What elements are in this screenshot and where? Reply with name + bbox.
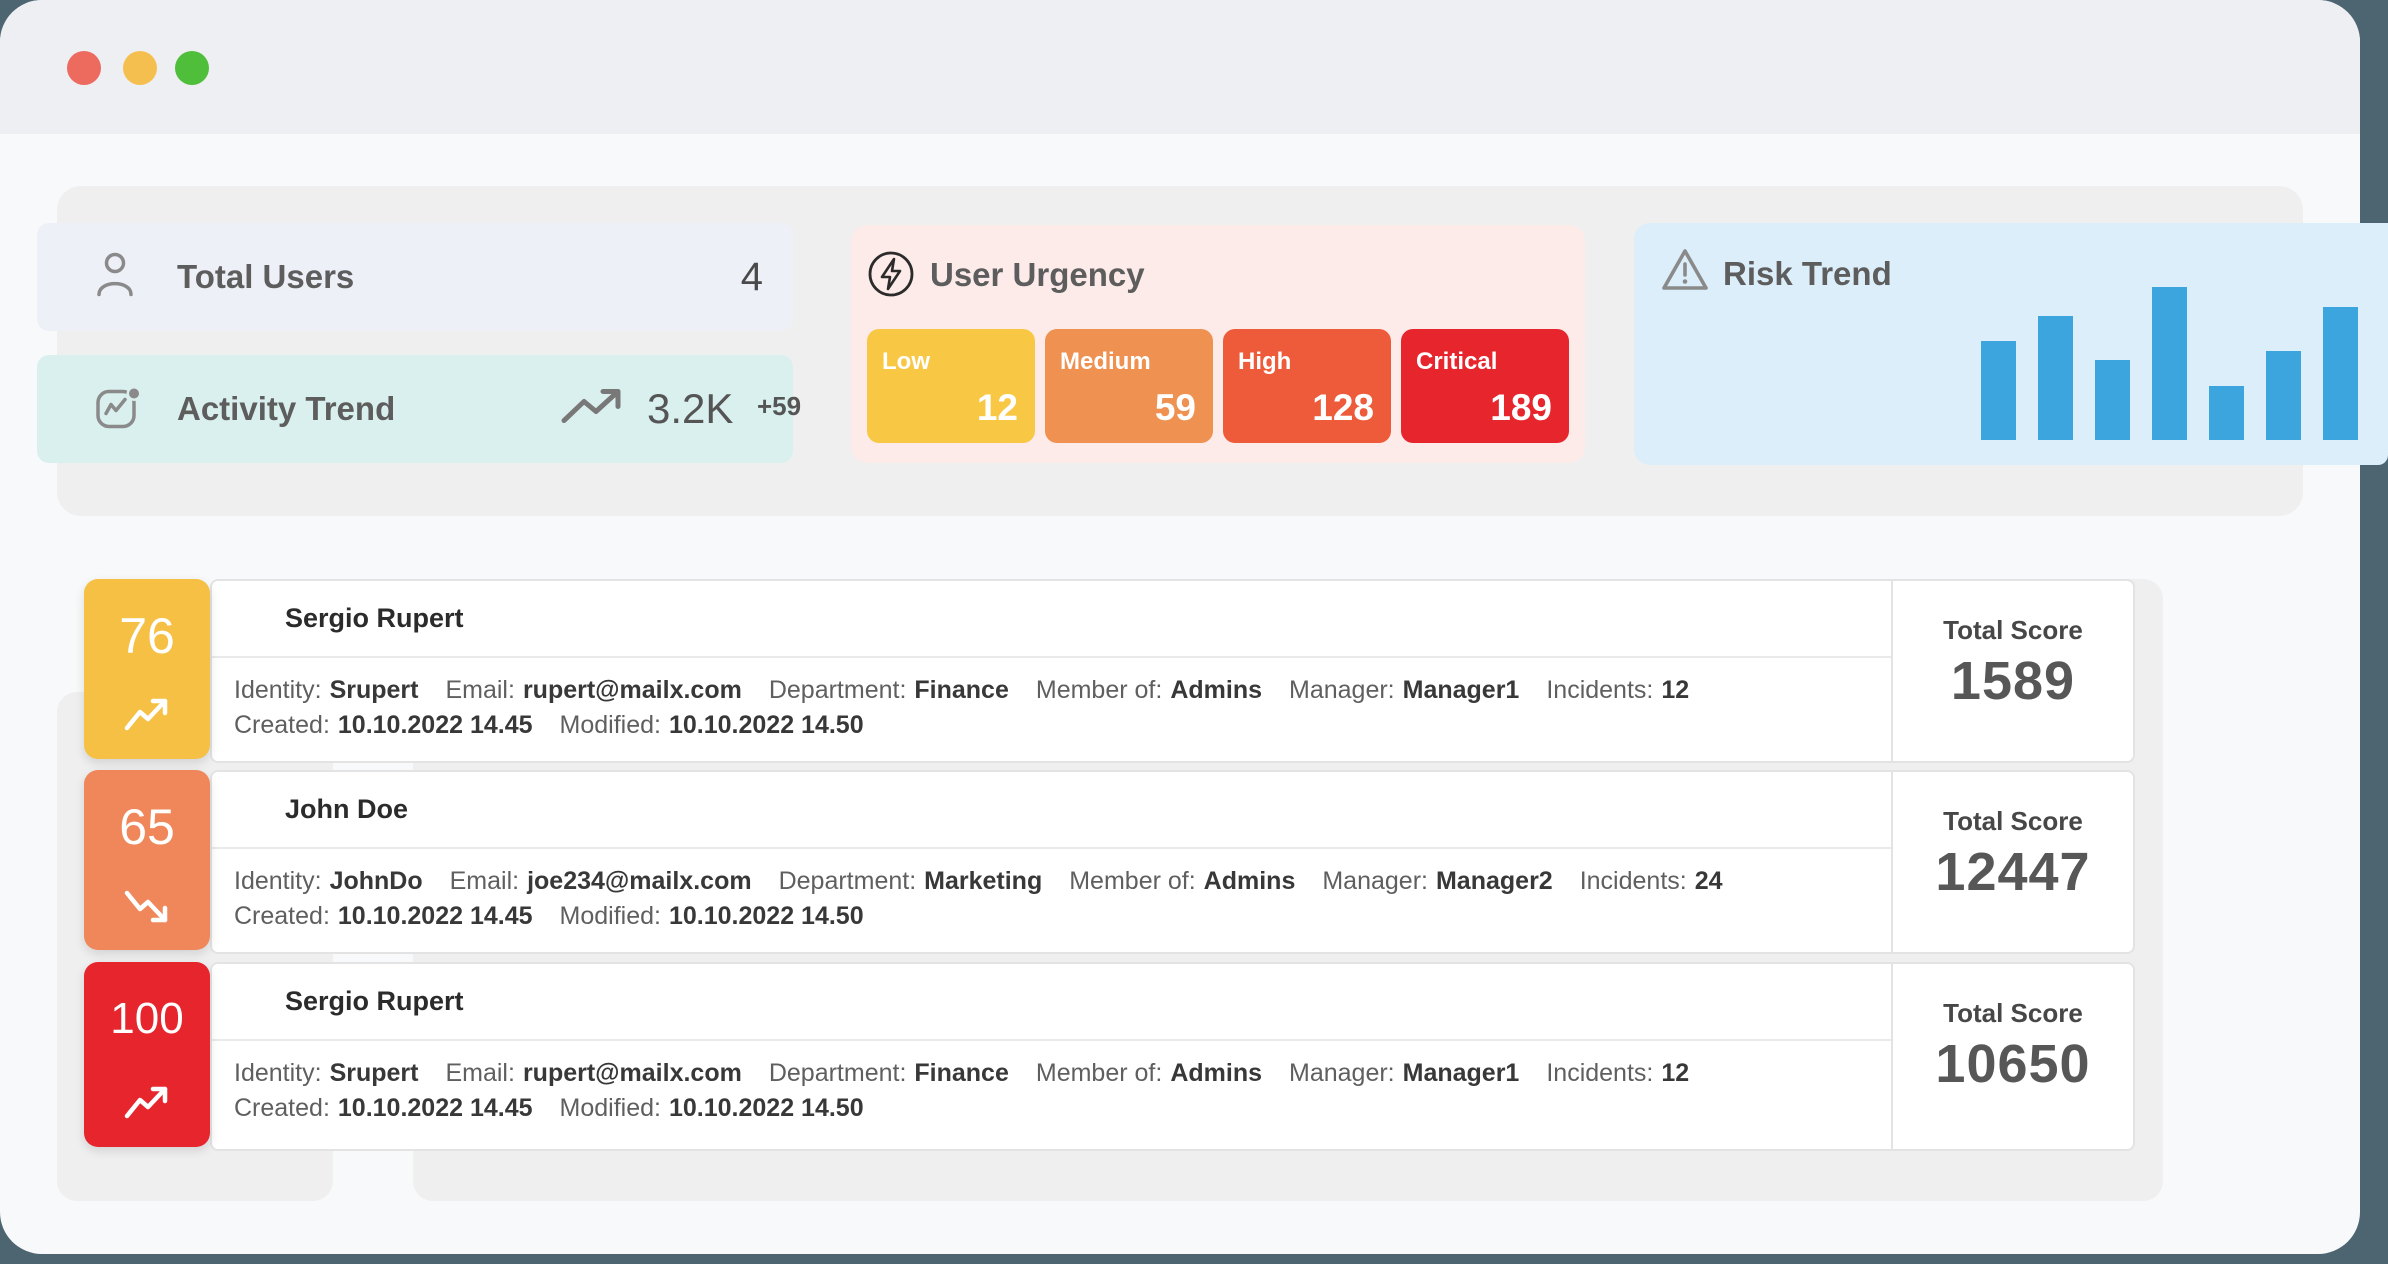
total-score-value: 10650 — [1935, 1034, 2091, 1094]
user-row[interactable]: 65 John Doe Identity: JohnDo Email: joe234… — [84, 770, 2135, 954]
risk-score-badge: 65 — [84, 770, 210, 950]
trend-up-icon — [123, 1086, 171, 1125]
activity-trend-value: 3.2K — [647, 385, 734, 432]
user-card: John Doe Identity: JohnDo Email: joe234@ma… — [210, 770, 2135, 954]
trending-up-icon — [560, 387, 626, 432]
minimize-window-button[interactable] — [123, 51, 157, 85]
user-details-line-2: Created: 10.10.2022 14.45 Modified: 10.10.… — [234, 1094, 864, 1122]
activity-trend-card: Activity Trend 3.2K +59 — [37, 355, 801, 463]
chip-label: Medium — [1060, 348, 1151, 375]
total-score-value: 12447 — [1935, 842, 2091, 902]
user-details-line-1: Identity: JohnDo Email: joe234@mailx.com D… — [234, 867, 1723, 895]
user-details-line-2: Created: 10.10.2022 14.45 Modified: 10.10.… — [234, 902, 864, 930]
urgency-chip-high[interactable]: High 128 — [1223, 329, 1391, 443]
user-card: Sergio Rupert Identity: Srupert Email: rup… — [210, 579, 2135, 763]
user-name: Sergio Rupert — [212, 964, 1891, 1041]
user-details: Identity: JohnDo Email: joe234@mailx.com D… — [234, 864, 1881, 934]
risk-trend-card: Risk Trend — [1634, 223, 2388, 465]
trend-up-icon — [123, 698, 171, 737]
risk-score-value: 100 — [110, 994, 184, 1043]
risk-trend-bar — [2152, 287, 2187, 440]
user-urgency-card: User Urgency Low 12 Medium 59 High 128 C… — [851, 225, 1585, 463]
total-score-panel: Total Score 10650 — [1893, 964, 2133, 1149]
risk-trend-bar — [2266, 351, 2301, 440]
risk-score-value: 65 — [119, 799, 175, 855]
user-row[interactable]: 76 Sergio Rupert Identity: Srupert Email:… — [84, 579, 2135, 763]
user-details: Identity: Srupert Email: rupert@mailx.com … — [234, 673, 1881, 743]
urgency-chip-low[interactable]: Low 12 — [867, 329, 1035, 443]
warning-triangle-icon — [1660, 247, 1710, 298]
user-urgency-title: User Urgency — [930, 256, 1145, 293]
total-score-panel: Total Score 1589 — [1893, 581, 2133, 761]
window-titlebar — [0, 0, 2360, 134]
chip-label: Low — [882, 348, 930, 375]
risk-trend-bar — [2323, 307, 2358, 440]
maximize-window-button[interactable] — [175, 51, 209, 85]
activity-trend-delta: +59 — [757, 391, 802, 421]
risk-trend-bar-chart — [1981, 287, 2358, 440]
total-score-value: 1589 — [1950, 651, 2076, 711]
user-card-main: Sergio Rupert Identity: Srupert Email: rup… — [212, 964, 1893, 1149]
urgency-chip-medium[interactable]: Medium 59 — [1045, 329, 1213, 443]
risk-trend-bar — [2095, 360, 2130, 440]
total-users-label: Total Users — [177, 258, 355, 295]
activity-trend-label: Activity Trend — [177, 390, 396, 427]
user-details-line-2: Created: 10.10.2022 14.45 Modified: 10.10.… — [234, 711, 864, 739]
risk-score-badge: 100 — [84, 962, 210, 1147]
total-score-label: Total Score — [1943, 615, 2083, 645]
trend-down-icon — [123, 889, 171, 928]
activity-chart-icon — [95, 385, 143, 434]
user-details-line-1: Identity: Srupert Email: rupert@mailx.com … — [234, 1059, 1690, 1087]
risk-trend-bar — [2038, 316, 2073, 440]
user-row[interactable]: 100 Sergio Rupert Identity: Srupert Email… — [84, 962, 2135, 1151]
risk-trend-title: Risk Trend — [1723, 255, 1892, 292]
user-details-line-1: Identity: Srupert Email: rupert@mailx.com … — [234, 676, 1690, 704]
user-card-main: John Doe Identity: JohnDo Email: joe234@ma… — [212, 772, 1893, 952]
risk-trend-bar — [1981, 341, 2016, 440]
bolt-icon — [867, 250, 915, 303]
risk-score-badge: 76 — [84, 579, 210, 759]
total-users-value: 4 — [740, 254, 763, 299]
total-users-card: Total Users 4 — [37, 223, 793, 331]
chip-value: 59 — [1154, 387, 1196, 428]
chip-value: 128 — [1312, 387, 1374, 428]
user-name: Sergio Rupert — [212, 581, 1891, 658]
urgency-chip-critical[interactable]: Critical 189 — [1401, 329, 1569, 443]
total-score-panel: Total Score 12447 — [1893, 772, 2133, 952]
chip-value: 189 — [1490, 387, 1552, 428]
user-card: Sergio Rupert Identity: Srupert Email: rup… — [210, 962, 2135, 1151]
total-score-label: Total Score — [1943, 806, 2083, 836]
user-name: John Doe — [212, 772, 1891, 849]
chip-label: High — [1238, 348, 1292, 375]
close-window-button[interactable] — [67, 51, 101, 85]
user-card-main: Sergio Rupert Identity: Srupert Email: rup… — [212, 581, 1893, 761]
risk-score-value: 76 — [119, 608, 175, 664]
chip-value: 12 — [976, 387, 1018, 428]
user-icon — [95, 252, 135, 303]
user-details: Identity: Srupert Email: rupert@mailx.com … — [234, 1056, 1881, 1126]
total-score-label: Total Score — [1943, 998, 2083, 1028]
risk-trend-bar — [2209, 386, 2244, 440]
chip-label: Critical — [1416, 348, 1498, 375]
